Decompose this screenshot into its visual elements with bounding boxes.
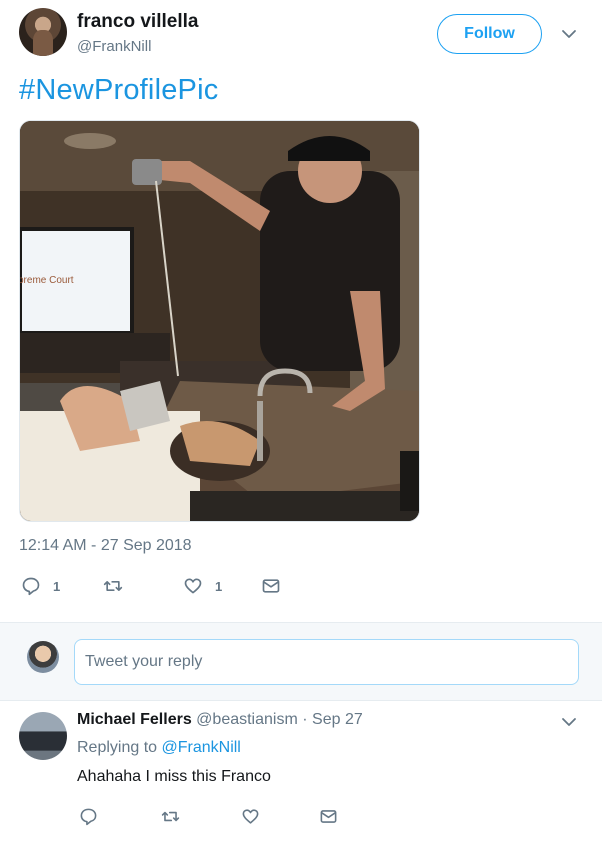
reply-composer: Tweet your reply xyxy=(0,622,602,701)
reply-date[interactable]: Sep 27 xyxy=(312,711,363,728)
reply-retweet-button[interactable] xyxy=(161,804,180,828)
author-handle[interactable]: @FrankNill xyxy=(77,38,151,55)
replying-to-link[interactable]: @FrankNill xyxy=(162,739,241,756)
reply-header: Michael Fellers @beastianism · Sep 27 xyxy=(77,711,363,729)
reply-separator: · xyxy=(302,711,308,728)
reply-text: Ahahaha I miss this Franco xyxy=(77,768,271,785)
like-icon xyxy=(242,808,259,824)
reply-count: 1 xyxy=(53,578,61,594)
reply-reply-button[interactable] xyxy=(79,804,98,828)
reply-button[interactable]: 1 xyxy=(21,574,60,598)
reply-author-handle[interactable]: @beastianism xyxy=(196,711,298,728)
retweet-icon xyxy=(161,811,180,821)
main-tweet: franco villella @FrankNill Follow #NewPr… xyxy=(0,0,602,622)
retweet-icon xyxy=(103,581,123,591)
current-user-avatar[interactable] xyxy=(27,641,59,673)
tweet-timestamp[interactable]: 12:14 AM - 27 Sep 2018 xyxy=(19,537,192,555)
like-count: 1 xyxy=(215,578,223,594)
reply-author-name[interactable]: Michael Fellers xyxy=(77,711,192,728)
reply-like-button[interactable] xyxy=(241,804,260,828)
reply-icon xyxy=(22,577,40,596)
reply-actions xyxy=(79,804,379,826)
chevron-down-icon[interactable] xyxy=(561,26,577,42)
reply-icon xyxy=(80,808,97,825)
retweet-button[interactable] xyxy=(103,574,135,598)
like-icon xyxy=(184,578,202,594)
message-icon xyxy=(262,579,280,593)
tv-caption: preme Court xyxy=(20,275,74,286)
author-name[interactable]: franco villella xyxy=(77,11,198,33)
chevron-down-icon[interactable] xyxy=(561,714,577,730)
reply-input[interactable]: Tweet your reply xyxy=(74,639,579,685)
author-avatar[interactable] xyxy=(19,8,67,56)
tweet-actions: 1 1 xyxy=(19,574,419,598)
message-icon xyxy=(320,809,337,823)
reply-author-avatar[interactable] xyxy=(19,712,67,760)
reply-message-button[interactable] xyxy=(319,804,338,828)
replying-to-prefix: Replying to xyxy=(77,739,158,756)
replying-to: Replying to @FrankNill xyxy=(77,739,241,757)
reply-tweet: Michael Fellers @beastianism · Sep 27 Re… xyxy=(0,701,602,842)
tweet-text[interactable]: #NewProfilePic xyxy=(19,74,218,107)
follow-button[interactable]: Follow xyxy=(437,14,542,54)
like-button[interactable]: 1 xyxy=(183,574,222,598)
tweet-photo[interactable]: preme Court xyxy=(19,120,420,522)
photo-illustration: preme Court xyxy=(20,121,419,521)
direct-message-button[interactable] xyxy=(261,574,281,598)
